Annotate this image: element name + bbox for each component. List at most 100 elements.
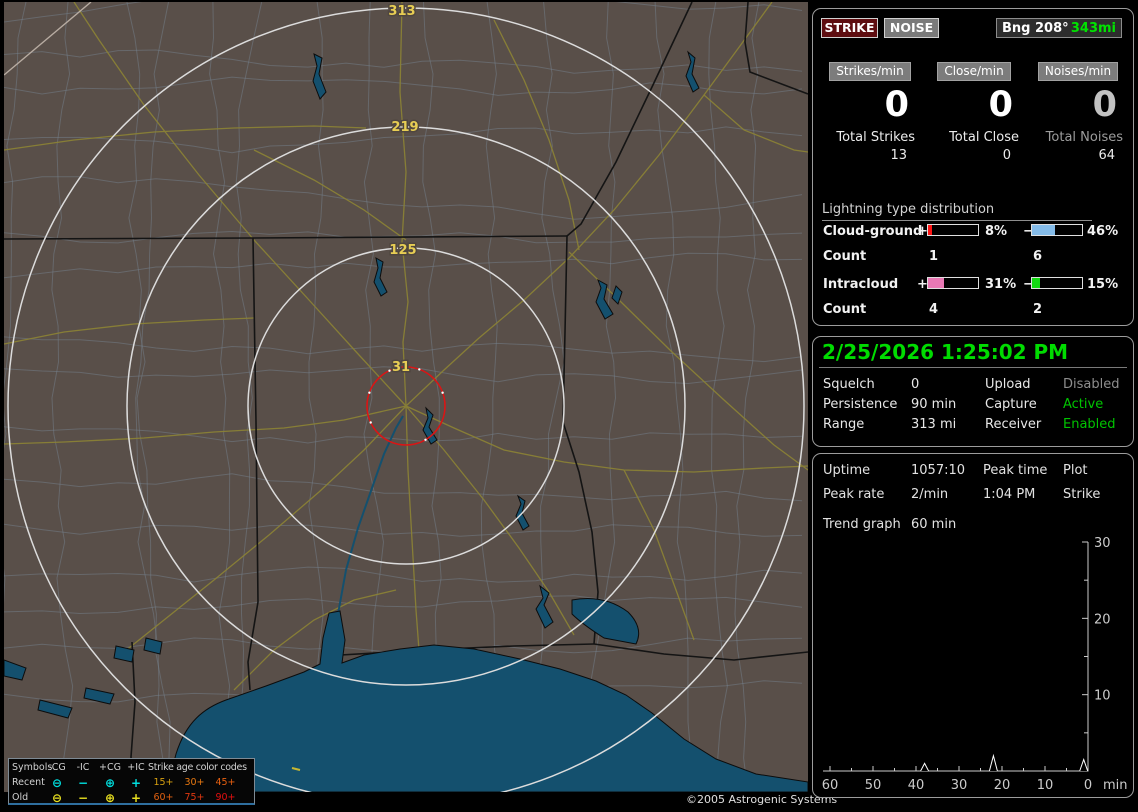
pos-cg-bar-fill — [928, 225, 932, 235]
noises-rate-value: 0 — [1092, 85, 1117, 125]
svg-text:30: 30 — [1094, 536, 1111, 551]
neg-cg-bar-fill — [1032, 225, 1055, 235]
persistence-label: Persistence — [823, 397, 898, 412]
legend-symbols-header: Symbols — [12, 762, 53, 773]
distribution-title: Lightning type distribution — [822, 202, 1092, 221]
bearing-label: Bng 208° — [1002, 20, 1069, 36]
pos-ic-old-icon: + — [130, 790, 142, 805]
capture-label: Capture — [985, 397, 1037, 412]
rate-counters: Strikes/min 0 Total Strikes 13 Close/min… — [821, 62, 1127, 192]
legend-recent-label: Recent — [12, 777, 45, 788]
strikes-rate-value: 0 — [884, 85, 909, 125]
pos-cg-recent-icon: ⊕ — [104, 775, 116, 790]
close-rate-value: 0 — [988, 85, 1013, 125]
uptime-value: 1057:10 — [911, 463, 966, 478]
peak-time-value: 1:04 PM — [983, 487, 1036, 502]
legend-col-neg-cg: -CG — [48, 762, 66, 773]
neg-ic-bar — [1031, 277, 1083, 289]
age-code-15: 15+ — [153, 777, 174, 788]
total-strikes-value: 13 — [890, 148, 907, 163]
legend-col-pos-ic: +IC — [127, 762, 145, 773]
trend-graph: 60 50 40 30 20 10 0 min 10 20 30 — [822, 536, 1128, 793]
total-noises-label: Total Noises — [1045, 130, 1123, 145]
upload-label: Upload — [985, 377, 1031, 392]
pos-ic-percent: 31% — [985, 277, 1017, 292]
persistence-value: 90 min — [911, 397, 957, 412]
noise-toggle-button[interactable]: NOISE — [884, 18, 939, 38]
legend-old-row: Old ⊖ − ⊕ + 60+ 75+ 90+ — [12, 790, 252, 805]
status-panel: 2/25/2026 1:25:02 PM Squelch 0 Upload Di… — [812, 336, 1134, 447]
svg-text:60: 60 — [822, 778, 839, 793]
range-ring-label-31: 31 — [392, 360, 410, 375]
intracloud-label: Intracloud — [823, 277, 899, 292]
legend-recent-row: Recent ⊖ − ⊕ + 15+ 30+ 45+ — [12, 775, 252, 790]
total-close-label: Total Close — [949, 130, 1019, 145]
peak-time-label: Peak time — [983, 463, 1048, 478]
range-value: 313 mi — [911, 417, 957, 432]
count-label: Count — [823, 302, 867, 317]
neg-cg-bar — [1031, 224, 1083, 236]
close-per-min-button[interactable]: Close/min — [937, 62, 1011, 81]
total-strikes-label: Total Strikes — [836, 130, 915, 145]
pos-cg-bar — [927, 224, 979, 236]
pos-ic-bar-fill — [928, 278, 944, 288]
svg-text:10: 10 — [1094, 689, 1111, 704]
status-row: Range 313 mi Receiver Enabled — [813, 417, 1133, 433]
legend-header-row: Symbols -CG -IC +CG +IC Strike age color… — [12, 760, 252, 775]
svg-text:30: 30 — [951, 778, 968, 793]
age-code-90: 90+ — [215, 792, 236, 803]
trend-graph-row: Trend graph 60 min — [813, 517, 1133, 533]
squelch-value: 0 — [911, 377, 920, 392]
peak-rate-label: Peak rate — [823, 487, 885, 502]
receiver-label: Receiver — [985, 417, 1042, 432]
stats-row: Uptime 1057:10 Peak time Plot — [813, 463, 1133, 479]
close-counter-column: Close/min 0 Total Close 0 — [925, 62, 1023, 163]
svg-text:50: 50 — [865, 778, 882, 793]
bearing-distance: 343mi — [1070, 20, 1116, 36]
cloud-ground-count-row: Count 1 6 — [813, 249, 1133, 265]
svg-text:0: 0 — [1084, 778, 1092, 793]
strikes-per-min-button[interactable]: Strikes/min — [829, 62, 911, 81]
pos-ic-recent-icon: + — [130, 775, 142, 790]
bearing-readout: Bng 208° 343mi — [996, 18, 1122, 38]
strikes-counter-column: Strikes/min 0 Total Strikes 13 — [821, 62, 919, 163]
app-window: 313 219 125 31 Symbols -CG -IC +CG +IC S… — [0, 0, 1138, 812]
strike-toggle-button[interactable]: STRIKE — [821, 18, 878, 38]
range-ring-label-313: 313 — [388, 4, 415, 19]
legend-age-header: Strike age color codes — [148, 762, 247, 773]
trend-window-value: 60 min — [911, 517, 957, 532]
status-row: Squelch 0 Upload Disabled — [813, 377, 1133, 393]
svg-text:20: 20 — [994, 778, 1011, 793]
datetime-display: 2/25/2026 1:25:02 PM — [822, 340, 1069, 364]
plot-label: Plot — [1063, 463, 1088, 478]
plot-value: Strike — [1063, 487, 1101, 502]
stats-row: Peak rate 2/min 1:04 PM Strike — [813, 487, 1133, 503]
upload-status: Disabled — [1063, 377, 1120, 392]
trend-graph-label: Trend graph — [823, 517, 901, 532]
age-code-60: 60+ — [153, 792, 174, 803]
svg-text:10: 10 — [1037, 778, 1054, 793]
total-close-value: 0 — [1002, 148, 1011, 163]
neg-ic-recent-icon: − — [77, 775, 89, 790]
map-legend: Symbols -CG -IC +CG +IC Strike age color… — [8, 758, 255, 805]
neg-cg-percent: 46% — [1087, 224, 1119, 239]
squelch-label: Squelch — [823, 377, 875, 392]
intracloud-row: Intracloud + 31% − 15% — [813, 277, 1133, 293]
noises-per-min-button[interactable]: Noises/min — [1037, 62, 1119, 81]
range-label: Range — [823, 417, 865, 432]
neg-cg-count: 6 — [1033, 249, 1043, 264]
age-code-75: 75+ — [184, 792, 205, 803]
intracloud-count-row: Count 4 2 — [813, 302, 1133, 318]
neg-cg-recent-icon: ⊖ — [51, 775, 63, 790]
strike-map[interactable]: 313 219 125 31 — [0, 0, 809, 805]
pos-ic-count: 4 — [929, 302, 939, 317]
capture-status: Active — [1063, 397, 1104, 412]
noises-counter-column: Noises/min 0 Total Noises 64 — [1029, 62, 1127, 163]
pos-cg-count: 1 — [929, 249, 939, 264]
svg-text:40: 40 — [908, 778, 925, 793]
cloud-ground-label: Cloud-ground — [823, 224, 923, 239]
legend-old-label: Old — [12, 792, 29, 803]
receiver-status: Enabled — [1063, 417, 1116, 432]
pos-cg-old-icon: ⊕ — [104, 790, 116, 805]
peak-rate-value: 2/min — [911, 487, 949, 502]
